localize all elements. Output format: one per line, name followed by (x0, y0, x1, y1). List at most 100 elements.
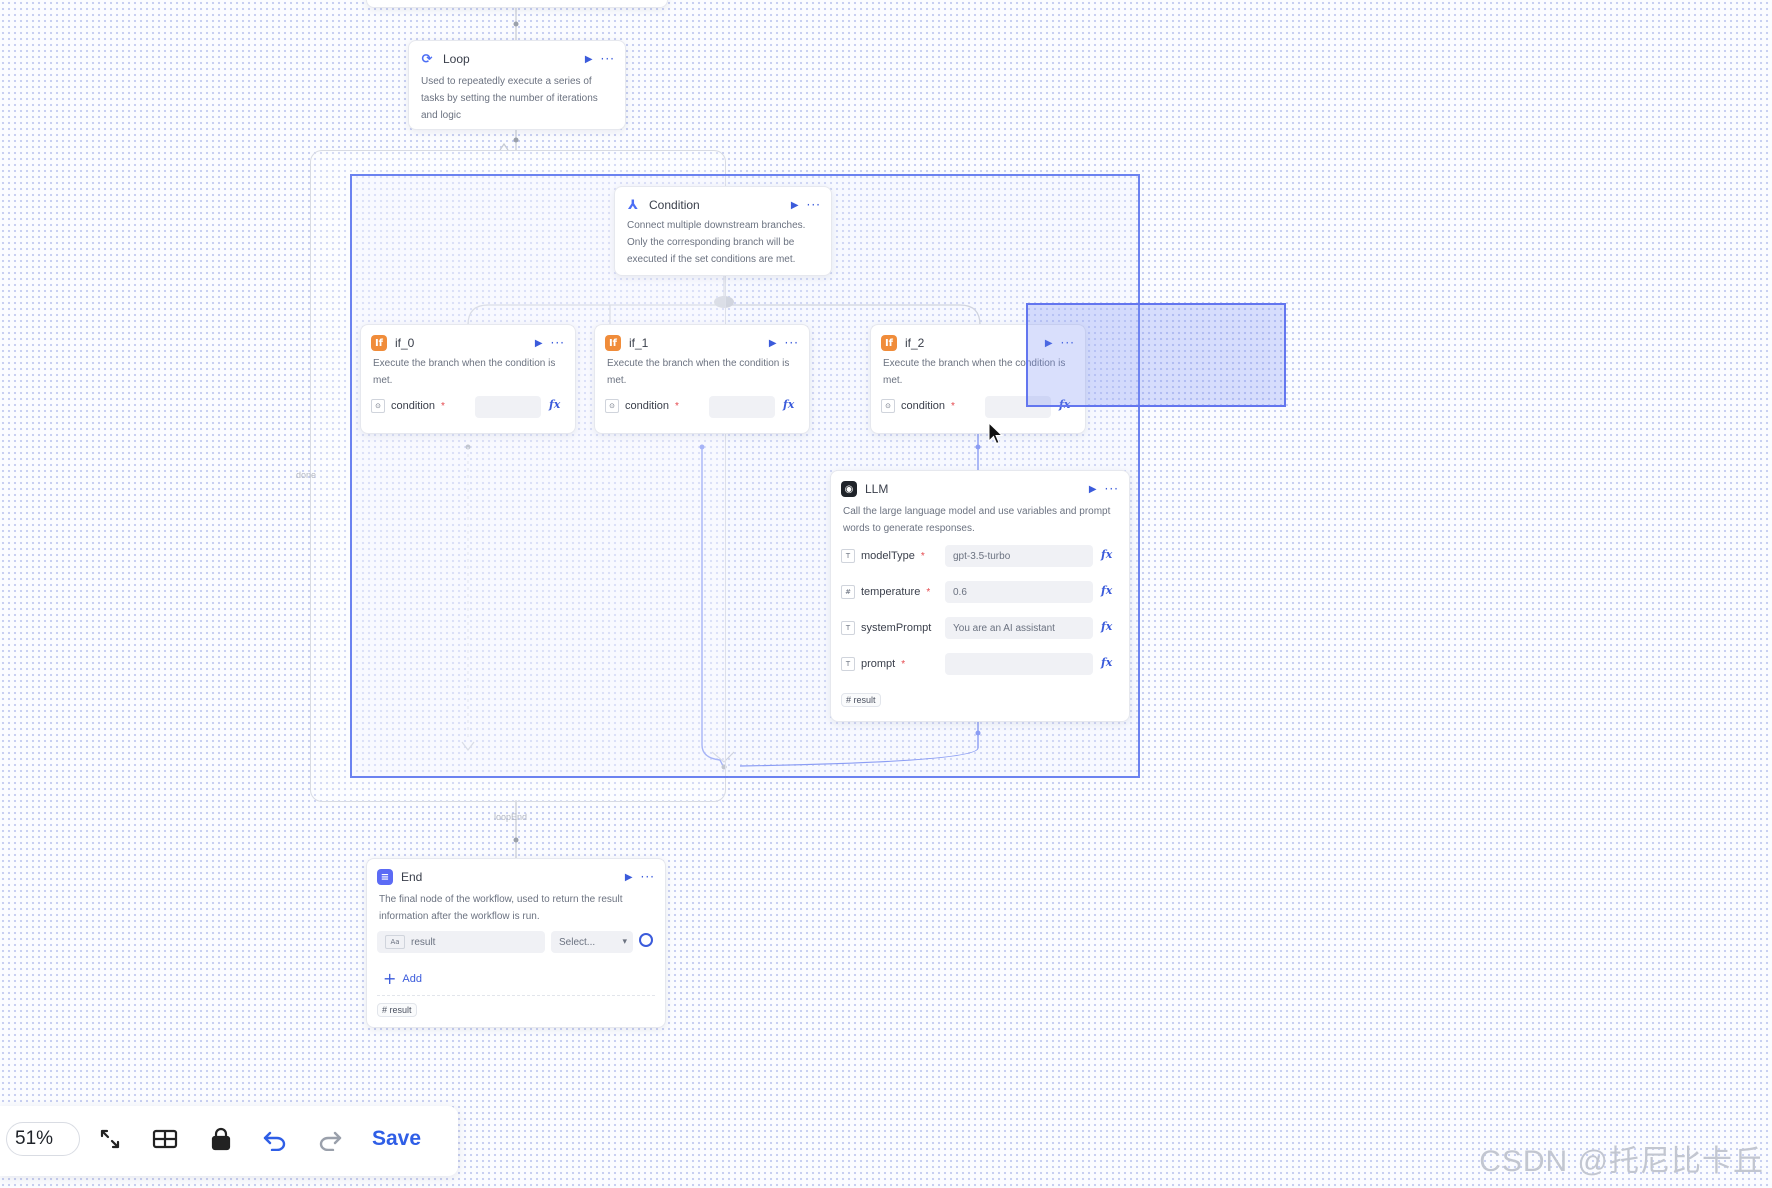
fx-icon[interactable]: fx (1101, 656, 1112, 669)
more-icon[interactable]: ··· (1105, 482, 1119, 496)
redo-icon[interactable] (315, 1124, 345, 1154)
edge-label-loop-end: loopEnd (494, 812, 528, 822)
undo-icon[interactable] (260, 1124, 290, 1154)
condition-node-description: Connect multiple downstream branches. On… (627, 220, 806, 265)
if-2-condition-param: ⊙ condition * (881, 399, 955, 413)
minimap-icon[interactable] (150, 1124, 180, 1154)
lock-icon[interactable] (206, 1124, 236, 1154)
fx-icon[interactable]: fx (549, 398, 560, 411)
more-icon[interactable]: ··· (551, 336, 565, 350)
llm-param-system-prompt: T systemPrompt (841, 621, 931, 635)
if-1-condition-param: ⊙ condition * (605, 399, 679, 413)
run-icon[interactable]: ▶ (1089, 484, 1097, 495)
chevron-down-icon: ▾ (622, 937, 627, 947)
prompt-input[interactable] (945, 653, 1093, 675)
end-param-select[interactable]: Select... ▾ (551, 931, 633, 953)
condition-node[interactable]: ⅄ Condition ▶ ··· Connect multiple downs… (614, 186, 832, 276)
fx-icon[interactable]: fx (1101, 584, 1112, 597)
end-node-description: The final node of the workflow, used to … (379, 894, 623, 922)
if-2-node-title: if_2 (905, 336, 925, 350)
required-mark: * (926, 586, 931, 598)
boolean-type-icon: ⊙ (605, 399, 619, 413)
end-icon: ≡ (377, 869, 393, 885)
end-param-name-input[interactable]: Aa result (377, 931, 545, 953)
more-icon[interactable]: ··· (601, 52, 615, 66)
condition-node-header: ⅄ Condition ▶ ··· (625, 195, 821, 215)
llm-icon: ◉ (841, 481, 857, 497)
required-mark: * (901, 658, 906, 670)
if-icon: If (881, 335, 897, 351)
run-icon[interactable]: ▶ (791, 200, 799, 211)
branch-icon: ⅄ (628, 197, 638, 213)
if-0-condition-input[interactable] (475, 396, 541, 418)
fx-icon[interactable]: fx (783, 398, 794, 411)
divider (377, 995, 655, 996)
condition-node-title: Condition (649, 198, 700, 212)
run-icon[interactable]: ▶ (625, 872, 633, 883)
required-mark: * (951, 400, 955, 412)
end-output-result: # result (377, 1003, 417, 1017)
if-0-node[interactable]: If if_0 ▶ ··· Execute the branch when th… (360, 324, 576, 434)
zoom-level-input[interactable]: 51% (6, 1122, 80, 1156)
param-label: condition (391, 400, 436, 412)
if-1-condition-input[interactable] (709, 396, 775, 418)
end-node-title: End (401, 870, 423, 884)
llm-param-prompt: T prompt * (841, 657, 905, 671)
if-icon: If (371, 335, 387, 351)
param-label: systemPrompt (861, 622, 932, 634)
loop-node-title: Loop (443, 52, 470, 66)
loop-node[interactable]: ⟳ Loop ▶ ··· Used to repeatedly execute … (408, 40, 626, 130)
number-type-icon: # (841, 585, 855, 599)
selection-rectangle (1026, 303, 1286, 407)
llm-output-result: # result (841, 693, 881, 707)
edge-label-done: done (296, 470, 317, 480)
temperature-input[interactable]: 0.6 (945, 581, 1093, 603)
string-type-icon: T (841, 657, 855, 671)
more-icon[interactable]: ··· (641, 870, 655, 884)
system-prompt-input[interactable]: You are an AI assistant (945, 617, 1093, 639)
end-node[interactable]: ≡ End ▶ ··· The final node of the workfl… (366, 858, 666, 1028)
fx-icon[interactable]: fx (1101, 548, 1112, 561)
fx-icon[interactable]: fx (1101, 620, 1112, 633)
loop-node-header: ⟳ Loop ▶ ··· (419, 49, 615, 69)
param-label: condition (625, 400, 670, 412)
param-label: prompt (861, 658, 896, 670)
more-icon[interactable]: ··· (785, 336, 799, 350)
if-1-node-title: if_1 (629, 336, 649, 350)
canvas-toolbar: 51% Save (0, 1106, 458, 1176)
previous-node-stub[interactable] (366, 0, 668, 8)
loop-icon: ⟳ (421, 51, 433, 67)
run-icon[interactable]: ▶ (535, 338, 543, 349)
string-type-icon: T (841, 549, 855, 563)
if-1-node[interactable]: If if_1 ▶ ··· Execute the branch when th… (594, 324, 810, 434)
if-0-condition-param: ⊙ condition * (371, 399, 445, 413)
add-param-button[interactable]: + Add (383, 969, 422, 988)
llm-node-header: ◉ LLM ▶ ··· (841, 479, 1119, 499)
more-icon[interactable]: ··· (807, 198, 821, 212)
save-button[interactable]: Save (372, 1122, 421, 1156)
llm-param-temperature: # temperature * (841, 585, 930, 599)
if-1-node-header: If if_1 ▶ ··· (605, 333, 799, 353)
llm-param-model-type: T modelType * (841, 549, 925, 563)
mouse-cursor-icon (988, 422, 1004, 445)
llm-node[interactable]: ◉ LLM ▶ ··· Call the large language mode… (830, 470, 1130, 722)
fit-view-icon[interactable] (95, 1124, 125, 1154)
run-icon[interactable]: ▶ (769, 338, 777, 349)
if-0-node-header: If if_0 ▶ ··· (371, 333, 565, 353)
watermark: CSDN @托尼比卡丘 (1479, 1145, 1764, 1178)
run-icon[interactable]: ▶ (585, 54, 593, 65)
select-value: Select... (559, 936, 596, 948)
text-type-icon: Aa (385, 935, 405, 949)
param-label: condition (901, 400, 946, 412)
boolean-type-icon: ⊙ (371, 399, 385, 413)
string-type-icon: T (841, 621, 855, 635)
param-label: modelType (861, 550, 915, 562)
if-1-node-description: Execute the branch when the condition is… (607, 358, 790, 386)
model-type-input[interactable]: gpt-3.5-turbo (945, 545, 1093, 567)
plus-icon: + (383, 969, 397, 988)
boolean-type-icon: ⊙ (881, 399, 895, 413)
variable-picker-icon[interactable] (639, 933, 653, 947)
llm-node-title: LLM (865, 482, 889, 496)
if-0-node-title: if_0 (395, 336, 415, 350)
add-label: Add (402, 972, 422, 985)
